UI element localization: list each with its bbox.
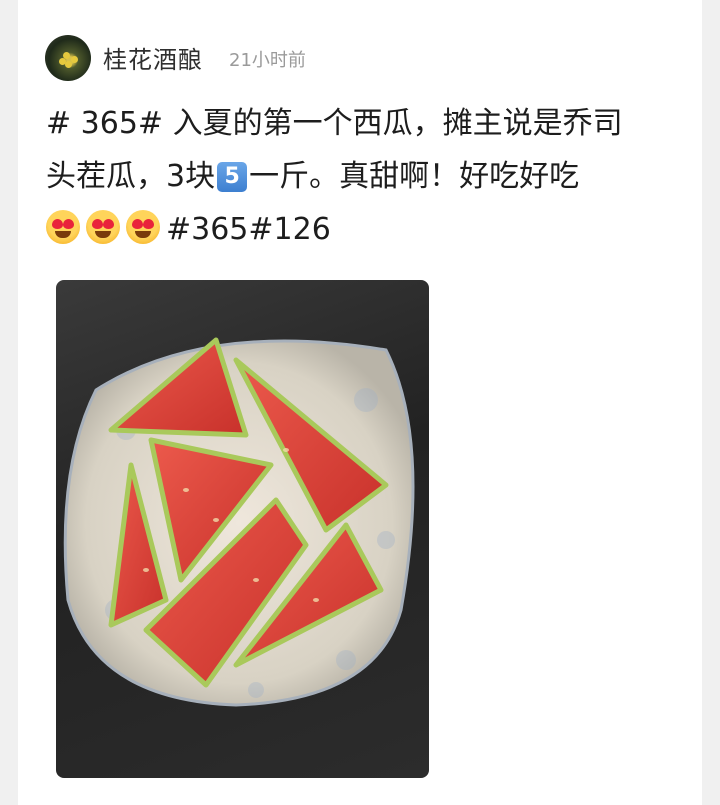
osmanthus-icon [71,56,78,63]
avatar[interactable] [45,35,91,81]
post-timestamp: 21小时前 [229,50,306,71]
hashtag-link[interactable]: #365#126 [166,212,331,247]
post-text-line-1: # 365# 入夏的第一个西瓜，摊主说是乔司 [46,106,623,141]
osmanthus-icon [65,61,72,68]
post-text-segment: 一斤。真甜啊！好吃好吃 [249,159,580,194]
post-text-line-2: 头茬瓜，3块 5 一斤。真甜啊！好吃好吃 [46,157,579,197]
heart-eyes-emoji-icon [126,210,160,244]
heart-eyes-emoji-icon [86,210,120,244]
post-photo-watermelon[interactable] [56,280,429,778]
watermelon-photo [63,337,415,707]
post-text-segment: 头茬瓜，3块 [46,159,216,194]
keycap-5-icon: 5 [217,162,248,192]
post-text-line-3: #365#126 [46,210,331,250]
heart-eyes-emoji-icon [46,210,80,244]
author-name[interactable]: 桂花酒酿 [103,40,203,75]
osmanthus-icon [59,58,66,65]
